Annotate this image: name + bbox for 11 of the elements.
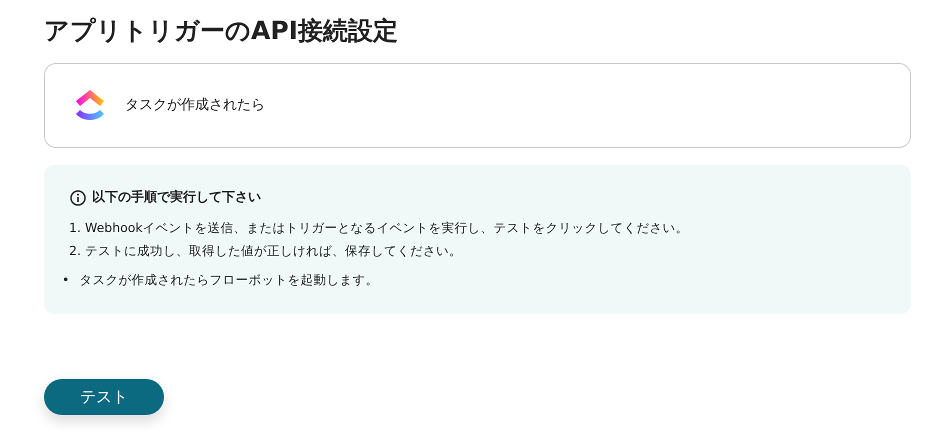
step-number: 1. [69,218,81,236]
instructions-heading: 以下の手順で実行して下さい [92,188,261,207]
step-text: テストに成功し、取得した値が正しければ、保存してください。 [84,242,462,260]
step-text: Webhookイベントを送信、またはトリガーとなるイベントを実行し、テストをクリックしてください。 [84,218,689,236]
step-number: 2. [69,242,81,260]
page-title: アプリトリガーのAPI接続設定 [44,15,398,47]
trigger-label: タスクが作成されたら [125,96,265,115]
info-icon [70,190,86,206]
bullet: • [62,270,70,288]
test-button[interactable]: テスト [44,379,164,415]
note-text: タスクが作成されたらフローボットを起動します。 [79,270,378,288]
